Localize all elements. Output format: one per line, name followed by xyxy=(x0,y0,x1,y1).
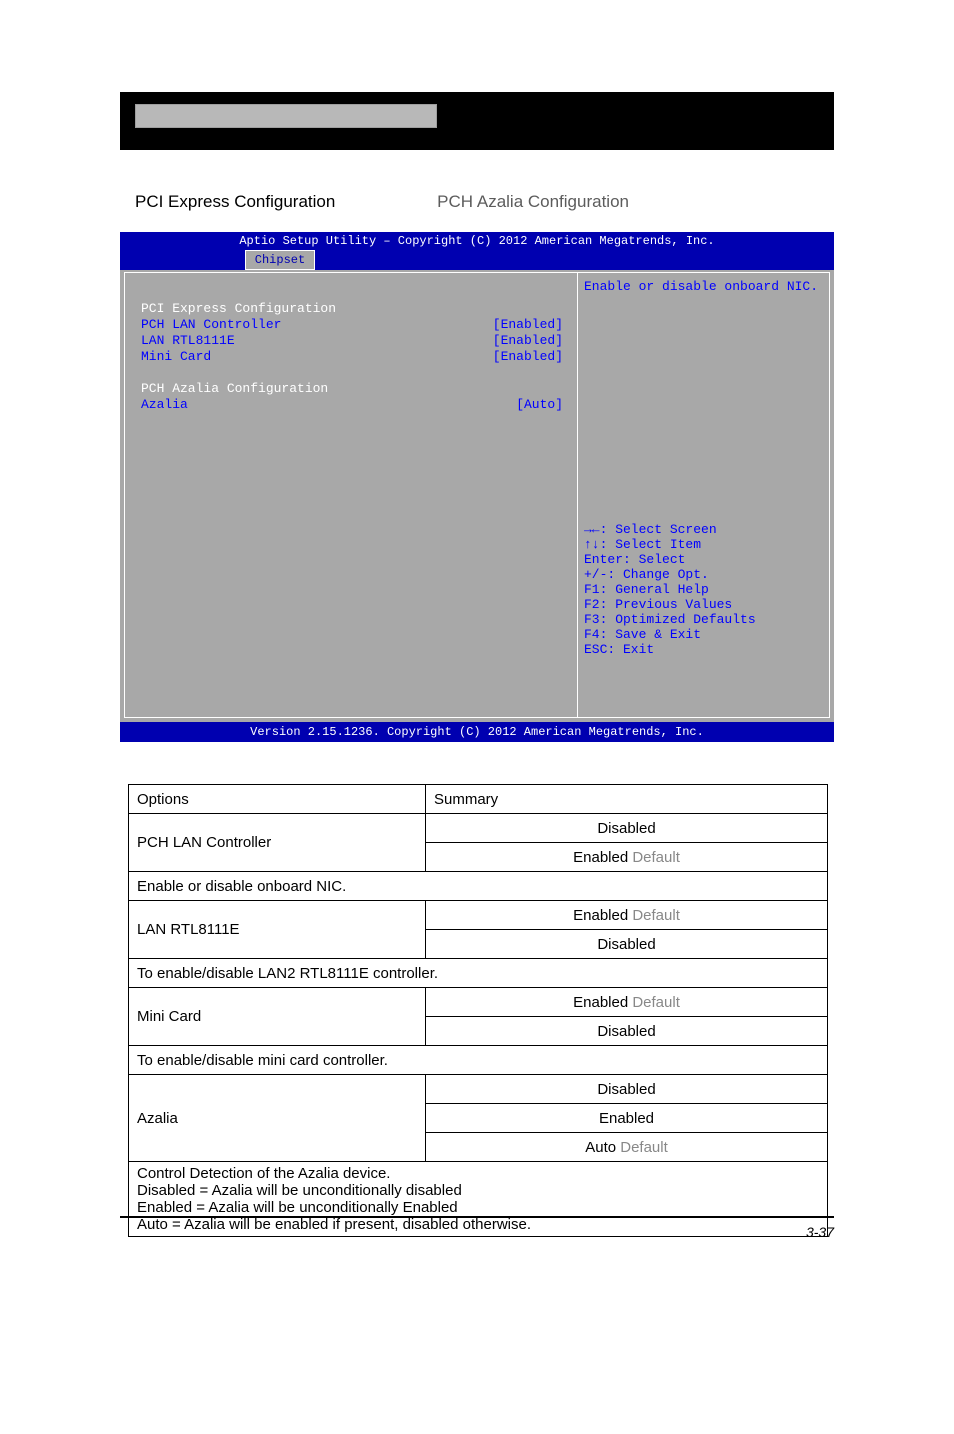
bios-body: PCI Express ConfigurationPCH LAN Control… xyxy=(124,272,830,718)
bios-setting-label: Mini Card xyxy=(141,349,211,365)
bios-help-text: Enable or disable onboard NIC. xyxy=(584,279,823,294)
bios-key-hint: F1: General Help xyxy=(584,582,756,597)
options-table: OptionsSummaryPCH LAN ControllerDisabled… xyxy=(128,784,828,1237)
bios-setting-label: PCI Express Configuration xyxy=(141,301,336,317)
option-value: Disabled xyxy=(426,814,828,843)
bios-setting-row[interactable]: PCH LAN Controller [Enabled] xyxy=(141,317,563,333)
bios-setting-label: PCH Azalia Configuration xyxy=(141,381,328,397)
option-value: Disabled xyxy=(426,1017,828,1046)
bios-key-hint: →←: Select Screen xyxy=(584,522,756,537)
bios-left-pane: PCI Express ConfigurationPCH LAN Control… xyxy=(125,273,573,717)
option-description: To enable/disable mini card controller. xyxy=(129,1046,828,1075)
option-default-badge: Default xyxy=(632,849,680,866)
bios-key-hint: F2: Previous Values xyxy=(584,597,756,612)
bios-setting-value[interactable]: [Enabled] xyxy=(493,349,563,365)
option-name: PCH LAN Controller xyxy=(129,814,426,872)
bios-tab-chipset[interactable]: Chipset xyxy=(245,250,315,270)
option-name: Azalia xyxy=(129,1075,426,1162)
bios-setting-row: PCH Azalia Configuration xyxy=(141,381,563,397)
option-value: Enabled Default xyxy=(426,988,828,1017)
bios-key-hint: F4: Save & Exit xyxy=(584,627,756,642)
header-left-placeholder xyxy=(135,104,437,128)
bios-tabrow: Chipset xyxy=(120,250,834,270)
option-value: Auto Default xyxy=(426,1133,828,1162)
bios-key-hint: ESC: Exit xyxy=(584,642,756,657)
option-value: Enabled Default xyxy=(426,901,828,930)
bios-setting-row: PCI Express Configuration xyxy=(141,301,563,317)
options-header-cell: Summary xyxy=(426,785,828,814)
bios-screenshot: Aptio Setup Utility – Copyright (C) 2012… xyxy=(120,232,834,742)
options-header-cell: Options xyxy=(129,785,426,814)
option-default-badge: Default xyxy=(632,907,680,924)
bios-setting-row xyxy=(141,365,563,381)
bios-setting-label: Azalia xyxy=(141,397,188,413)
bios-setting-row[interactable]: Azalia [Auto] xyxy=(141,397,563,413)
bios-setting-value[interactable]: [Enabled] xyxy=(493,317,563,333)
subheader-right: PCH Azalia Configuration xyxy=(437,192,629,212)
bios-key-hint: +/-: Change Opt. xyxy=(584,567,756,582)
bios-setting-label: PCH LAN Controller xyxy=(141,317,281,333)
bios-setting-row[interactable]: Mini Card [Enabled] xyxy=(141,349,563,365)
option-name: LAN RTL8111E xyxy=(129,901,426,959)
option-value: Disabled xyxy=(426,1075,828,1104)
bios-setting-row[interactable]: LAN RTL8111E [Enabled] xyxy=(141,333,563,349)
option-value: Enabled xyxy=(426,1104,828,1133)
bios-key-hint: F3: Optimized Defaults xyxy=(584,612,756,627)
page-number: 3-37 xyxy=(806,1224,834,1240)
bios-right-pane: Enable or disable onboard NIC. →←: Selec… xyxy=(577,273,829,717)
option-value: Enabled Default xyxy=(426,843,828,872)
document-header xyxy=(120,92,834,150)
bios-footer: Version 2.15.1236. Copyright (C) 2012 Am… xyxy=(120,722,834,742)
subheader-left: PCI Express Configuration xyxy=(135,192,335,212)
bios-titlebar: Aptio Setup Utility – Copyright (C) 2012… xyxy=(120,232,834,250)
footer-rule xyxy=(120,1216,834,1218)
bios-setting-label: LAN RTL8111E xyxy=(141,333,235,349)
bios-key-hint: Enter: Select xyxy=(584,552,756,567)
bios-key-hint: ↑↓: Select Item xyxy=(584,537,756,552)
option-default-badge: Default xyxy=(620,1139,668,1156)
option-default-badge: Default xyxy=(632,994,680,1011)
option-description: Control Detection of the Azalia device.D… xyxy=(129,1162,828,1237)
bios-setting-value[interactable]: [Enabled] xyxy=(493,333,563,349)
option-name: Mini Card xyxy=(129,988,426,1046)
bios-setting-value[interactable]: [Auto] xyxy=(516,397,563,413)
option-value: Disabled xyxy=(426,930,828,959)
option-description: To enable/disable LAN2 RTL8111E controll… xyxy=(129,959,828,988)
option-description: Enable or disable onboard NIC. xyxy=(129,872,828,901)
